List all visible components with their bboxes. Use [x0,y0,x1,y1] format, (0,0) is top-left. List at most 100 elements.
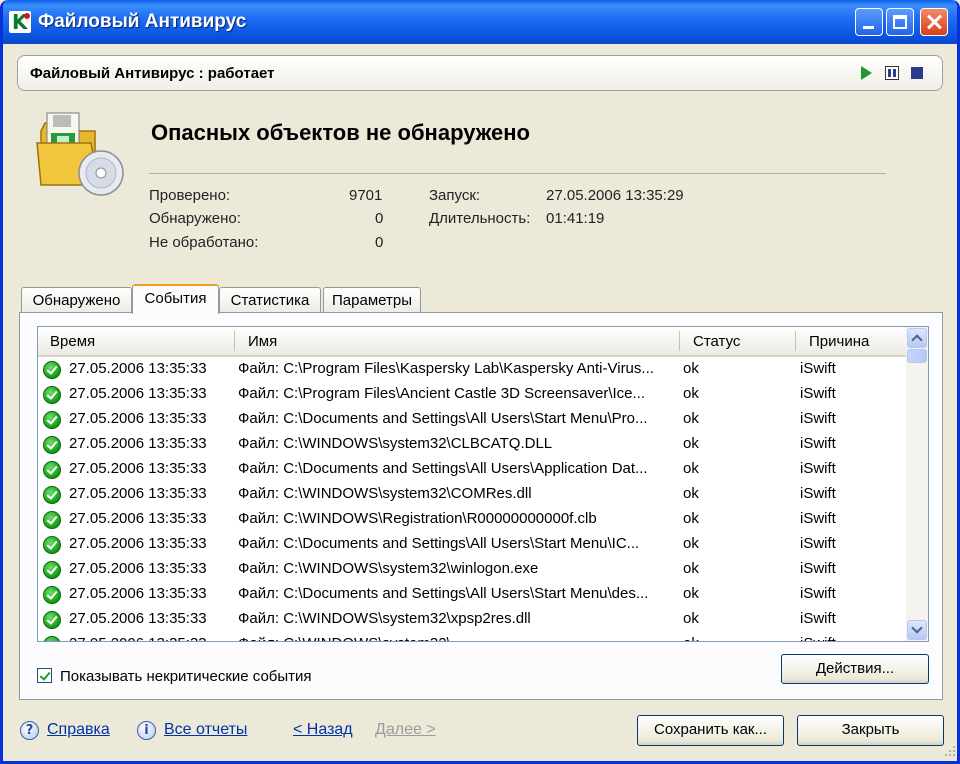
ok-check-icon [43,561,61,579]
row-status: ok [683,585,699,602]
row-time: 27.05.2006 13:35:33 [69,410,207,427]
unprocessed-value: 0 [375,234,384,251]
row-status: ok [683,485,699,502]
ok-check-icon [43,386,61,404]
duration-value: 01:41:19 [546,210,605,227]
row-time: 27.05.2006 13:35:33 [69,460,207,477]
row-name: Файл: C:\Program Files\Kaspersky Lab\Kas… [238,360,654,377]
column-time[interactable]: Время [50,333,95,350]
row-time: 27.05.2006 13:35:33 [69,560,207,577]
table-row[interactable]: 27.05.2006 13:35:33 Файл: C:\Documents an… [38,457,906,482]
actions-button[interactable]: Действия... [781,654,929,684]
table-row[interactable]: 27.05.2006 13:35:33 Файл: C:\Documents an… [38,407,906,432]
close-window-button[interactable] [920,8,948,36]
column-status[interactable]: Статус [693,333,740,350]
back-link[interactable]: < Назад [293,721,353,739]
ok-check-icon [43,536,61,554]
table-row[interactable]: 27.05.2006 13:35:33 Файл: C:\WINDOWS\syst… [38,432,906,457]
scroll-thumb[interactable] [907,349,927,363]
ok-check-icon [43,411,61,429]
resize-grip-icon[interactable] [941,742,957,758]
list-header: Время Имя Статус Причина [38,327,906,357]
row-reason: iSwift [800,510,836,527]
window-title: Файловый Антивирус [38,11,247,32]
column-separator[interactable] [795,331,796,351]
row-name: Файл: C:\WINDOWS\system32\xpsp2res.dll [238,610,531,627]
help-icon[interactable]: ? [20,721,39,740]
kaspersky-logo-icon [9,10,31,34]
scroll-up-button[interactable] [907,328,927,348]
save-as-button[interactable]: Сохранить как... [637,715,784,746]
column-separator[interactable] [234,331,235,351]
table-row[interactable]: 27.05.2006 13:35:33 Файл: C:\WINDOWS\syst… [38,557,906,582]
vertical-scrollbar[interactable] [906,327,928,641]
next-link: Далее > [375,721,436,738]
table-row[interactable]: 27.05.2006 13:35:33 Файл: C:\WINDOWS\syst… [38,482,906,507]
help-link[interactable]: Справка [47,721,110,739]
row-status: ok [683,360,699,377]
duration-label: Длительность: [429,210,531,227]
table-row[interactable]: 27.05.2006 13:35:33 Файл: C:\WINDOWS\Regi… [38,507,906,532]
row-time: 27.05.2006 13:35:33 [69,360,207,377]
row-reason: iSwift [800,485,836,502]
detected-value: 0 [375,210,384,227]
table-row[interactable]: 27.05.2006 13:35:33 Файл: C:\WINDOWS\syst… [38,632,906,641]
row-reason: iSwift [800,585,836,602]
column-separator[interactable] [679,331,680,351]
column-reason[interactable]: Причина [809,333,869,350]
ok-check-icon [43,461,61,479]
ok-check-icon [43,511,61,529]
unprocessed-label: Не обработано: [149,234,259,251]
all-reports-link[interactable]: Все отчеты [164,721,247,739]
tab-parameters[interactable]: Параметры [323,287,421,313]
row-status: ok [683,410,699,427]
row-name: Файл: C:\Documents and Settings\All User… [238,410,648,427]
start-label: Запуск: [429,187,481,204]
status-panel: Файловый Антивирус : работает [17,55,943,91]
pause-icon[interactable] [885,66,899,80]
scroll-down-button[interactable] [907,620,927,640]
row-status: ok [683,610,699,627]
show-noncritical-checkbox[interactable] [37,668,52,683]
row-name: Файл: C:\Documents and Settings\All User… [238,535,640,552]
row-time: 27.05.2006 13:35:33 [69,585,207,602]
ok-check-icon [43,586,61,604]
row-name: Файл: C:\WINDOWS\system32\COMRes.dll [238,485,532,502]
minimize-button[interactable] [855,8,883,36]
checked-label: Проверено: [149,187,231,204]
ok-check-icon [43,361,61,379]
column-name[interactable]: Имя [248,333,277,350]
stop-icon[interactable] [911,67,923,79]
ok-check-icon [43,486,61,504]
row-time: 27.05.2006 13:35:33 [69,385,207,402]
row-status: ok [683,535,699,552]
row-name: Файл: C:\WINDOWS\system32\winlogon.exe [238,560,539,577]
table-row[interactable]: 27.05.2006 13:35:33 Файл: C:\WINDOWS\syst… [38,607,906,632]
tab-statistics[interactable]: Статистика [219,287,321,313]
maximize-button[interactable] [886,8,914,36]
row-time: 27.05.2006 13:35:33 [69,485,207,502]
row-status: ok [683,560,699,577]
show-noncritical-label[interactable]: Показывать некритические события [60,668,312,685]
row-time: 27.05.2006 13:35:33 [69,510,207,527]
tab-events[interactable]: События [132,284,219,314]
events-list[interactable]: Время Имя Статус Причина 27.05.2006 13:3… [37,326,929,642]
table-row[interactable]: 27.05.2006 13:35:33 Файл: C:\Program File… [38,357,906,382]
row-time: 27.05.2006 13:35:33 [69,535,207,552]
row-reason: iSwift [800,535,836,552]
detected-label: Обнаружено: [149,210,241,227]
reports-icon[interactable]: i [137,721,156,740]
row-reason: iSwift [800,610,836,627]
close-button[interactable]: Закрыть [797,715,944,746]
table-row[interactable]: 27.05.2006 13:35:33 Файл: C:\Documents an… [38,532,906,557]
divider [149,173,886,174]
antivirus-window: Файловый Антивирус Файловый Антивирус : … [0,0,960,764]
table-row[interactable]: 27.05.2006 13:35:33 Файл: C:\Program File… [38,382,906,407]
table-row[interactable]: 27.05.2006 13:35:33 Файл: C:\Documents an… [38,582,906,607]
row-time: 27.05.2006 13:35:33 [69,610,207,627]
tab-detected[interactable]: Обнаружено [21,287,132,313]
row-name: Файл: C:\WINDOWS\Registration\R000000000… [238,510,597,527]
play-icon[interactable] [861,66,872,80]
title-bar[interactable]: Файловый Антивирус [3,0,957,44]
row-reason: iSwift [800,435,836,452]
